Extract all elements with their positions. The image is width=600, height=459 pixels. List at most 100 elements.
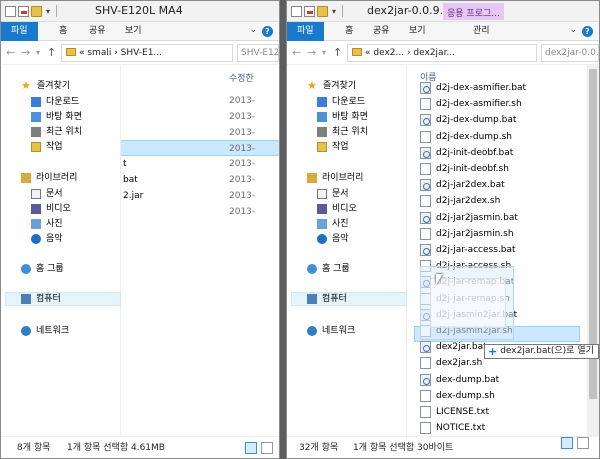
nav-libraries[interactable]: 라이브러리 [307, 171, 363, 185]
help-icon[interactable]: ? [262, 26, 273, 37]
forward-icon[interactable]: → [307, 46, 316, 59]
up-icon[interactable]: ↑ [47, 46, 56, 59]
list-item[interactable]: 2013- [121, 93, 279, 109]
file-list-item[interactable]: dex2jar.bat [420, 339, 487, 355]
breadcrumb: « dex2... › dex2jar... [365, 48, 456, 58]
properties-icon[interactable] [291, 5, 302, 17]
nav-computer[interactable]: 컴퓨터 [21, 292, 61, 306]
folder-icon[interactable] [31, 5, 42, 17]
nav-downloads[interactable]: 다운로드 [317, 95, 365, 109]
tab-home[interactable]: 홈 [59, 22, 67, 41]
nav-music[interactable]: 음악 [31, 232, 63, 246]
nav-network[interactable]: 네트워크 [21, 324, 69, 338]
list-item[interactable]: bat 2013- [121, 172, 279, 188]
nav-music[interactable]: 음악 [317, 232, 349, 246]
nav-recent[interactable]: 최근 위치 [317, 125, 368, 139]
recent-locations-icon[interactable]: ▾ [36, 48, 40, 57]
help-icon[interactable]: ? [582, 26, 593, 37]
file-list-item[interactable]: d2j-dex-asmifier.bat [420, 80, 526, 96]
nav-downloads[interactable]: 다운로드 [31, 95, 79, 109]
list-item[interactable]: t 2013- [121, 156, 279, 172]
tab-share[interactable]: 공유 [89, 22, 106, 41]
nav-homegroup[interactable]: 홈 그룹 [307, 262, 350, 276]
nav-libraries[interactable]: 라이브러리 [21, 171, 77, 185]
nav-pictures[interactable]: 사진 [317, 217, 349, 231]
file-name: NOTICE.txt [436, 423, 486, 433]
nav-recent[interactable]: 최근 위치 [31, 125, 82, 139]
file-list-item[interactable]: d2j-jar2jasmin.sh [420, 226, 514, 242]
file-list-item[interactable]: d2j-jar2dex.sh [420, 193, 500, 209]
file-list-item[interactable]: d2j-jar-access.bat [420, 242, 516, 258]
forward-icon[interactable]: → [21, 46, 30, 59]
nav-pictures[interactable]: 사진 [31, 217, 63, 231]
column-header-modified[interactable]: 수정한 [229, 71, 254, 84]
nav-videos[interactable]: 비디오 [317, 202, 357, 216]
nav-work[interactable]: 작업 [317, 140, 349, 154]
file-name: d2j-dex-dump.sh [436, 132, 513, 142]
large-icons-view-icon[interactable] [261, 442, 273, 454]
dropdown-arrow-icon[interactable]: ▾ [44, 6, 52, 17]
up-icon[interactable]: ↑ [333, 46, 342, 59]
search-input[interactable]: SHV-E120L... [237, 44, 279, 62]
tab-file[interactable]: 파일 [1, 22, 38, 41]
tab-share[interactable]: 공유 [373, 22, 390, 41]
nav-documents[interactable]: 문서 [317, 187, 349, 201]
nav-network[interactable]: 네트워크 [307, 324, 355, 338]
recent-locations-icon[interactable]: ▾ [322, 48, 326, 57]
nav-desktop[interactable]: 바탕 화면 [317, 110, 368, 124]
nav-label: 라이브러리 [36, 173, 78, 183]
tab-home[interactable]: 홈 [345, 22, 353, 41]
file-list-item[interactable]: d2j-dex-dump.bat [420, 112, 516, 128]
new-folder-icon[interactable] [18, 5, 29, 17]
title-bar[interactable]: ▾ SHV-E120L MA4 [1, 1, 279, 22]
file-list-item[interactable]: d2j-init-deobf.sh [420, 161, 509, 177]
list-item[interactable]: 2.jar 2013- [121, 188, 279, 204]
new-folder-icon[interactable] [304, 5, 315, 17]
download-icon [31, 97, 41, 107]
address-field[interactable]: « dex2... › dex2jar... [347, 44, 537, 62]
ribbon-expand-icon[interactable]: ⌄ [569, 25, 577, 35]
tab-view[interactable]: 보기 [125, 22, 142, 41]
vertical-scrollbar[interactable] [587, 65, 599, 436]
list-item-selected[interactable]: 2013- [121, 140, 279, 156]
file-list-item[interactable]: dex-dump.bat [420, 372, 499, 388]
details-view-icon[interactable] [561, 437, 573, 449]
large-icons-view-icon[interactable] [577, 437, 589, 449]
nav-favorites[interactable]: ★ 즐겨찾기 [307, 79, 356, 93]
nav-work[interactable]: 작업 [31, 140, 63, 154]
file-list-item[interactable]: d2j-jar2jasmin.bat [420, 210, 518, 226]
nav-favorites[interactable]: ★ 즐겨찾기 [21, 79, 70, 93]
tab-manage[interactable]: 관리 [473, 22, 490, 41]
nav-videos[interactable]: 비디오 [31, 202, 71, 216]
file-list-item[interactable]: d2j-dex-asmifier.sh [420, 96, 522, 112]
title-bar[interactable]: ▾ dex2jar-0.0.9... 응용 프로그... [287, 1, 599, 22]
nav-documents[interactable]: 문서 [31, 187, 63, 201]
properties-icon[interactable] [5, 5, 16, 17]
context-tab-application-tools[interactable]: 응용 프로그... [443, 3, 504, 20]
back-icon[interactable]: ← [6, 46, 15, 59]
back-icon[interactable]: ← [292, 46, 301, 59]
list-item[interactable]: 2013- [121, 204, 279, 220]
list-item[interactable]: 2013- [121, 125, 279, 141]
library-icon [21, 173, 31, 183]
file-list-item[interactable]: d2j-dex-dump.sh [420, 129, 512, 145]
file-list-item[interactable]: d2j-init-deobf.bat [420, 145, 513, 161]
nav-desktop[interactable]: 바탕 화면 [31, 110, 82, 124]
ribbon-expand-icon[interactable]: ⌄ [249, 25, 257, 35]
address-field[interactable]: « smali › SHV-E1... [61, 44, 233, 62]
search-input[interactable]: dex2jar-0.0... [541, 44, 599, 62]
folder-icon[interactable] [317, 5, 328, 17]
tab-file[interactable]: 파일 [287, 22, 324, 41]
file-list-item[interactable]: dex-dump.sh [420, 388, 495, 404]
dropdown-arrow-icon[interactable]: ▾ [330, 6, 338, 17]
list-item[interactable]: 2013- [121, 109, 279, 125]
file-list-item[interactable]: LICENSE.txt [420, 404, 489, 420]
nav-homegroup[interactable]: 홈 그룹 [21, 262, 64, 276]
details-view-icon[interactable] [245, 442, 257, 454]
folder-icon [352, 48, 362, 56]
file-list-item[interactable]: d2j-jar2dex.bat [420, 177, 505, 193]
nav-computer[interactable]: 컴퓨터 [307, 292, 347, 306]
file-list-item[interactable]: dex2jar.sh [420, 355, 482, 371]
tab-view[interactable]: 보기 [409, 22, 426, 41]
file-list-item[interactable]: NOTICE.txt [420, 420, 485, 436]
